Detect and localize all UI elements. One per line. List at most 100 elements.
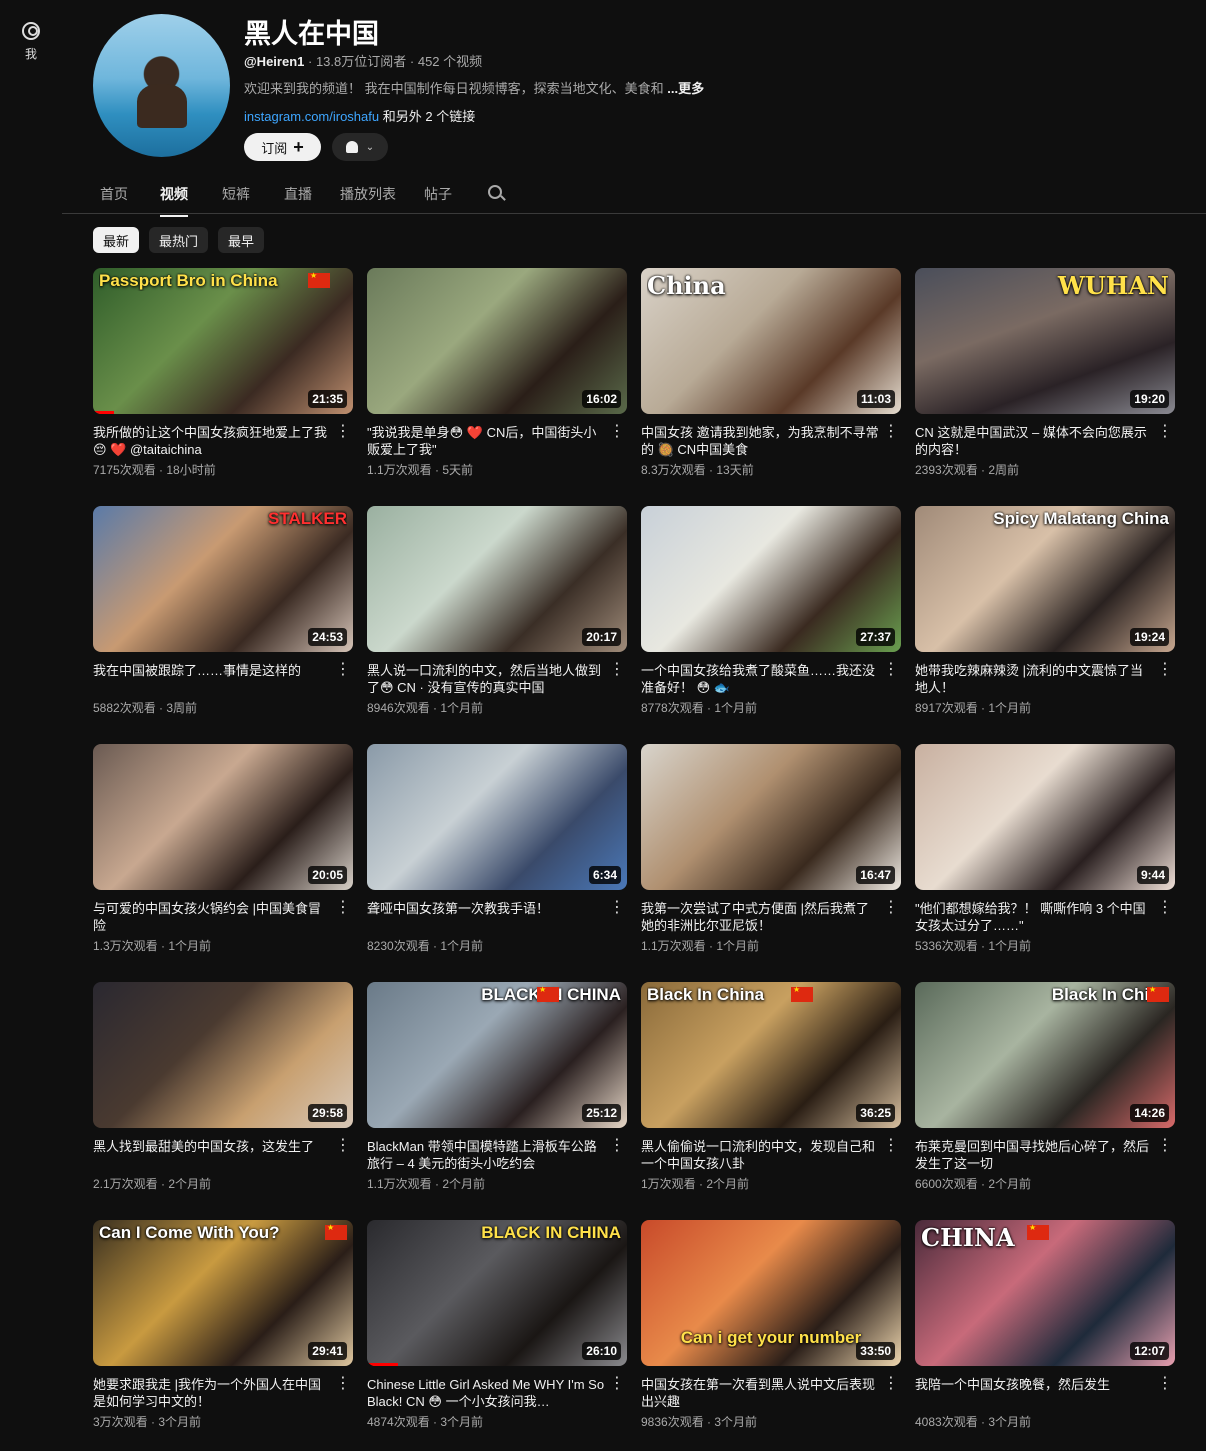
- video-thumbnail[interactable]: Black In China 36:25: [641, 982, 901, 1128]
- video-card[interactable]: Black In China 36:25 黑人偷偷说一口流利的中文，发现自己和一个中…: [641, 982, 901, 1220]
- video-card[interactable]: CHINA12:07 我陪一个中国女孩晚餐，然后发生 4083次观看 · 3个月前 ⋮: [915, 1220, 1175, 1451]
- tab-playlists[interactable]: 播放列表: [340, 184, 396, 204]
- video-title[interactable]: CN 这就是中国武汉 – 媒体不会向您展示的内容！: [915, 424, 1155, 458]
- video-title[interactable]: 中国女孩 邀请我到她家，为我烹制不寻常的 🥘 CN中国美食: [641, 424, 881, 458]
- subscribe-button[interactable]: 订阅 +: [244, 133, 321, 161]
- channel-description[interactable]: 欢迎来到我的频道！ 我在中国制作每日视频博客，探索当地文化、美食和 ...更多: [244, 78, 704, 97]
- video-title[interactable]: 黑人找到最甜美的中国女孩，这发生了: [93, 1138, 333, 1172]
- video-title[interactable]: 中国女孩在第一次看到黑人说中文后表现出兴趣: [641, 1376, 881, 1410]
- video-card[interactable]: 20:17 黑人说一口流利的中文，然后当地人做到了😳 CN · 没有宣传的真实中国…: [367, 506, 627, 744]
- more-options-icon[interactable]: ⋮: [883, 424, 899, 440]
- video-card[interactable]: 29:58 黑人找到最甜美的中国女孩，这发生了 2.1万次观看 · 2个月前 ⋮: [93, 982, 353, 1220]
- more-options-icon[interactable]: ⋮: [609, 900, 625, 916]
- more-options-icon[interactable]: ⋮: [335, 662, 351, 678]
- video-title[interactable]: 与可爱的中国女孩火锅约会 |中国美食冒险: [93, 900, 333, 934]
- video-card[interactable]: 6:34 聋哑中国女孩第一次教我手语！ 8230次观看 · 1个月前 ⋮: [367, 744, 627, 982]
- video-title[interactable]: "我说我是单身😳 ❤️ CN后，中国街头小贩爱上了我": [367, 424, 607, 458]
- video-thumbnail[interactable]: 20:05: [93, 744, 353, 890]
- tab-shorts[interactable]: 短裤: [222, 184, 250, 204]
- video-thumbnail[interactable]: CHINA12:07: [915, 1220, 1175, 1366]
- video-title[interactable]: 我陪一个中国女孩晚餐，然后发生: [915, 1376, 1155, 1410]
- video-title[interactable]: 我第一次尝试了中式方便面 |然后我煮了她的非洲比尔亚尼饭！: [641, 900, 881, 934]
- notifications-button[interactable]: ⌄: [332, 133, 388, 161]
- more-options-icon[interactable]: ⋮: [609, 662, 625, 678]
- view-count: 3万次观看: [93, 1415, 148, 1429]
- video-thumbnail[interactable]: 16:02: [367, 268, 627, 414]
- video-title[interactable]: "他们都想嫁给我？！ 嘶嘶作响 3 个中国女孩太过分了……": [915, 900, 1155, 934]
- more-options-icon[interactable]: ⋮: [883, 662, 899, 678]
- video-thumbnail[interactable]: China 11:03: [641, 268, 901, 414]
- video-card[interactable]: Can i get your number 33:50 中国女孩在第一次看到黑人说中…: [641, 1220, 901, 1451]
- more-options-icon[interactable]: ⋮: [1157, 1138, 1173, 1154]
- video-card[interactable]: 9:44 "他们都想嫁给我？！ 嘶嘶作响 3 个中国女孩太过分了……" 5336次观…: [915, 744, 1175, 982]
- rail-item-profile[interactable]: 我: [12, 22, 50, 62]
- video-thumbnail[interactable]: Can i get your number 33:50: [641, 1220, 901, 1366]
- video-title[interactable]: 我在中国被跟踪了……事情是这样的: [93, 662, 333, 696]
- video-title[interactable]: 布莱克曼回到中国寻找她后心碎了，然后发生了这一切: [915, 1138, 1155, 1172]
- video-card[interactable]: Passport Bro in China21:35 我所做的让这个中国女孩疯狂地…: [93, 268, 353, 506]
- more-options-icon[interactable]: ⋮: [335, 1376, 351, 1392]
- video-title[interactable]: 她带我吃辣麻辣烫 |流利的中文震惊了当地人！: [915, 662, 1155, 696]
- more-options-icon[interactable]: ⋮: [335, 424, 351, 440]
- chip-oldest[interactable]: 最早: [218, 227, 265, 253]
- video-thumbnail[interactable]: BLACK IN CHINA 25:12: [367, 982, 627, 1128]
- video-card[interactable]: BLACK IN CHINA 26:10 Chinese Little Girl A…: [367, 1220, 627, 1451]
- video-title[interactable]: 一个中国女孩给我煮了酸菜鱼……我还没准备好！ 😳 🐟: [641, 662, 881, 696]
- video-thumbnail[interactable]: 20:17: [367, 506, 627, 652]
- video-thumbnail[interactable]: Can I Come With You? 29:41: [93, 1220, 353, 1366]
- tab-live[interactable]: 直播: [284, 184, 312, 204]
- tab-posts[interactable]: 帖子: [424, 184, 452, 204]
- video-thumbnail[interactable]: 9:44: [915, 744, 1175, 890]
- instagram-link[interactable]: instagram.com/iroshafu: [244, 109, 379, 124]
- upload-age: 2个月前: [988, 1177, 1032, 1191]
- video-thumbnail[interactable]: STALKER 24:53: [93, 506, 353, 652]
- video-thumbnail[interactable]: Black In China 14:26: [915, 982, 1175, 1128]
- channel-avatar[interactable]: [93, 14, 230, 157]
- more-link[interactable]: ...更多: [667, 81, 704, 96]
- tab-home[interactable]: 首页: [100, 184, 128, 204]
- video-card[interactable]: China 11:03 中国女孩 邀请我到她家，为我烹制不寻常的 🥘 CN中国美食 8…: [641, 268, 901, 506]
- more-options-icon[interactable]: ⋮: [609, 424, 625, 440]
- video-title[interactable]: 聋哑中国女孩第一次教我手语！: [367, 900, 607, 934]
- video-thumbnail[interactable]: WUHAN 19:20: [915, 268, 1175, 414]
- video-thumbnail[interactable]: Spicy Malatang China 19:24: [915, 506, 1175, 652]
- more-options-icon[interactable]: ⋮: [1157, 424, 1173, 440]
- video-thumbnail[interactable]: BLACK IN CHINA 26:10: [367, 1220, 627, 1366]
- more-options-icon[interactable]: ⋮: [1157, 900, 1173, 916]
- video-card[interactable]: Spicy Malatang China 19:24 她带我吃辣麻辣烫 |流利的中文…: [915, 506, 1175, 744]
- more-options-icon[interactable]: ⋮: [609, 1376, 625, 1392]
- video-thumbnail[interactable]: 27:37: [641, 506, 901, 652]
- chip-latest[interactable]: 最新: [93, 227, 140, 253]
- video-card[interactable]: 20:05 与可爱的中国女孩火锅约会 |中国美食冒险 1.3万次观看 · 1个月前 ⋮: [93, 744, 353, 982]
- video-card[interactable]: 16:47 我第一次尝试了中式方便面 |然后我煮了她的非洲比尔亚尼饭！ 1.1万次观…: [641, 744, 901, 982]
- search-icon[interactable]: [488, 185, 502, 199]
- video-title[interactable]: 我所做的让这个中国女孩疯狂地爱上了我😔 ❤️ @taitaichina: [93, 424, 333, 458]
- video-card[interactable]: Black In China 14:26 布莱克曼回到中国寻找她后心碎了，然后发生了…: [915, 982, 1175, 1220]
- video-title[interactable]: 她要求跟我走 |我作为一个外国人在中国是如何学习中文的！: [93, 1376, 333, 1410]
- more-options-icon[interactable]: ⋮: [335, 900, 351, 916]
- video-title[interactable]: 黑人说一口流利的中文，然后当地人做到了😳 CN · 没有宣传的真实中国: [367, 662, 607, 696]
- video-thumbnail[interactable]: Passport Bro in China21:35: [93, 268, 353, 414]
- more-options-icon[interactable]: ⋮: [883, 1138, 899, 1154]
- video-card[interactable]: 16:02 "我说我是单身😳 ❤️ CN后，中国街头小贩爱上了我" 1.1万次观看 …: [367, 268, 627, 506]
- more-options-icon[interactable]: ⋮: [1157, 1376, 1173, 1392]
- video-thumbnail[interactable]: 6:34: [367, 744, 627, 890]
- video-thumbnail[interactable]: 16:47: [641, 744, 901, 890]
- more-options-icon[interactable]: ⋮: [883, 1376, 899, 1392]
- more-options-icon[interactable]: ⋮: [335, 1138, 351, 1154]
- more-options-icon[interactable]: ⋮: [883, 900, 899, 916]
- video-card[interactable]: STALKER 24:53 我在中国被跟踪了……事情是这样的 5882次观看 · 3周…: [93, 506, 353, 744]
- more-options-icon[interactable]: ⋮: [1157, 662, 1173, 678]
- more-options-icon[interactable]: ⋮: [609, 1138, 625, 1154]
- tab-videos[interactable]: 视频: [160, 184, 188, 217]
- video-title[interactable]: Chinese Little Girl Asked Me WHY I'm So …: [367, 1376, 607, 1410]
- more-links[interactable]: 和另外 2 个链接: [383, 109, 475, 124]
- video-card[interactable]: WUHAN 19:20 CN 这就是中国武汉 – 媒体不会向您展示的内容！ 2393次…: [915, 268, 1175, 506]
- video-card[interactable]: Can I Come With You? 29:41 她要求跟我走 |我作为一个外国…: [93, 1220, 353, 1451]
- video-card[interactable]: 27:37 一个中国女孩给我煮了酸菜鱼……我还没准备好！ 😳 🐟 8778次观看 ·…: [641, 506, 901, 744]
- video-card[interactable]: BLACK IN CHINA 25:12 BlackMan 带领中国模特踏上滑板车公…: [367, 982, 627, 1220]
- video-title[interactable]: BlackMan 带领中国模特踏上滑板车公路旅行 – 4 美元的街头小吃约会: [367, 1138, 607, 1172]
- chip-popular[interactable]: 最热门: [149, 227, 209, 253]
- video-thumbnail[interactable]: 29:58: [93, 982, 353, 1128]
- video-title[interactable]: 黑人偷偷说一口流利的中文，发现自己和一个中国女孩八卦: [641, 1138, 881, 1172]
